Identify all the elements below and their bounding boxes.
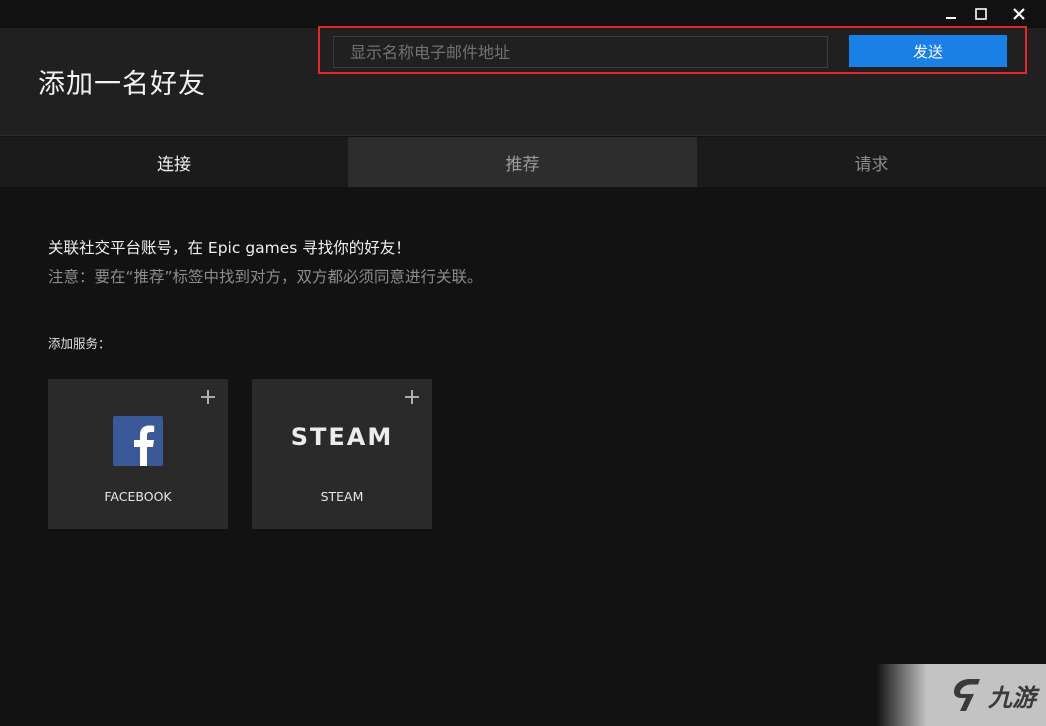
facebook-logo-icon xyxy=(113,416,163,466)
steam-wordmark: STEAM xyxy=(290,423,394,451)
jiuyou-logo-icon xyxy=(954,679,980,711)
plus-icon[interactable] xyxy=(200,389,216,405)
service-card-facebook[interactable]: FACEBOOK xyxy=(48,379,228,529)
service-name: STEAM xyxy=(320,489,364,504)
service-name: FACEBOOK xyxy=(104,489,172,504)
minimize-button[interactable] xyxy=(934,0,968,28)
intro-note: 注意：要在“推荐”标签中找到对方，双方都必须同意进行关联。 xyxy=(48,268,483,286)
tab-requests[interactable]: 请求 xyxy=(697,137,1046,187)
intro-text: 关联社交平台账号，在 Epic games 寻找你的好友！ xyxy=(48,239,411,257)
maximize-icon xyxy=(975,8,987,20)
maximize-button[interactable] xyxy=(964,0,998,28)
tab-connect[interactable]: 连接 xyxy=(0,137,348,187)
title-bar xyxy=(0,0,1046,28)
close-icon xyxy=(1013,8,1025,20)
tab-bar: 连接 推荐 请求 xyxy=(0,137,1046,187)
minimize-icon xyxy=(946,17,956,19)
close-button[interactable] xyxy=(1002,0,1036,28)
page-title: 添加一名好友 xyxy=(38,69,206,100)
send-button[interactable]: 发送 xyxy=(849,35,1007,67)
plus-icon[interactable] xyxy=(404,389,420,405)
tab-recommended[interactable]: 推荐 xyxy=(348,137,697,187)
friend-search-input[interactable] xyxy=(333,36,828,68)
services-label: 添加服务： xyxy=(48,336,111,351)
watermark-text: 九游 xyxy=(988,683,1036,712)
service-card-steam[interactable]: STEAM STEAM xyxy=(252,379,432,529)
watermark: 九游 xyxy=(876,664,1046,726)
